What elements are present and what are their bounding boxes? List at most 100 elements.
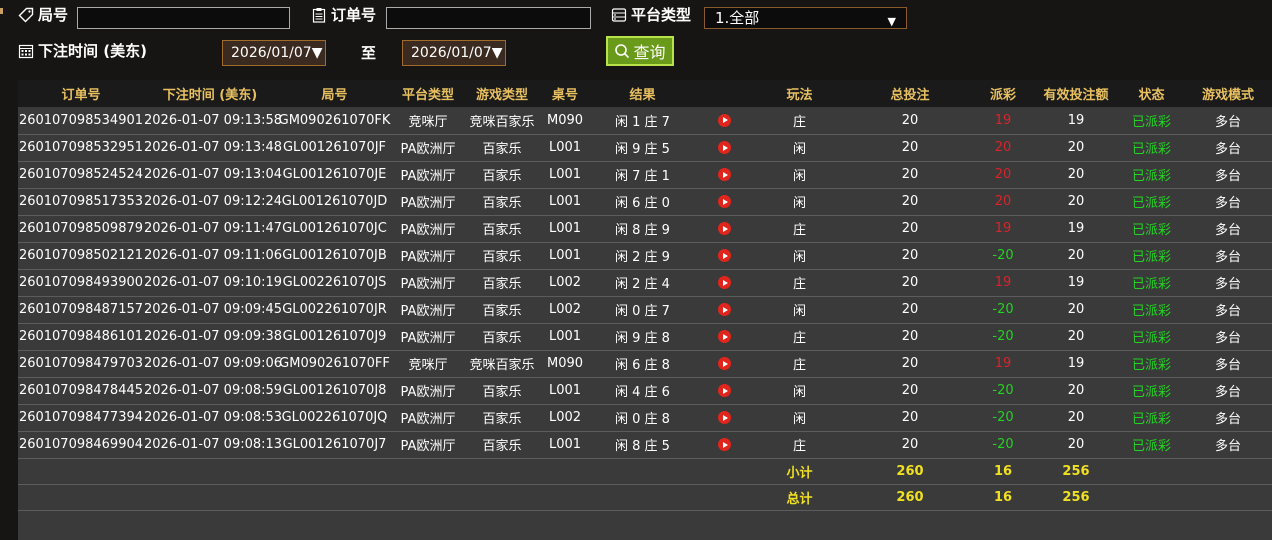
valid-cell: 20 <box>1067 329 1085 344</box>
header-col-game-type: 游戏类型 <box>475 88 528 103</box>
order-cell: 260107098487157 <box>18 302 144 317</box>
bet-cell: 20 <box>901 410 919 425</box>
table-cell: L002 <box>548 410 582 425</box>
play-icon[interactable] <box>717 222 731 235</box>
header-col-order: 订单号 <box>61 88 101 103</box>
payout-cell: -20 <box>992 329 1014 344</box>
chevron-down-icon: ▼ <box>887 15 896 28</box>
play-icon[interactable] <box>717 141 731 154</box>
table-row: 260107098469904 2026-01-07 09:08:13 GL0012… <box>18 431 1272 458</box>
table-row: 260107098509879 2026-01-07 09:11:47 GL0012… <box>18 215 1272 242</box>
bet-cell: 20 <box>901 329 919 344</box>
play-cell: 闲 <box>792 250 806 265</box>
round-cell: GL001261070JE <box>282 167 387 182</box>
play-icon[interactable] <box>717 384 731 397</box>
play-cell: 闲 <box>792 169 806 184</box>
mode-cell: 多台 <box>1214 304 1241 319</box>
query-button[interactable]: 查询 <box>606 36 674 66</box>
empty-cell <box>276 458 393 484</box>
order-cell: 260107098509879 <box>18 221 144 236</box>
play-icon[interactable] <box>717 330 731 343</box>
game-cell: 百家乐 <box>482 223 522 238</box>
result-cell: 闲 0 庄 7 <box>615 304 670 319</box>
result-cell: 闲 9 庄 8 <box>615 331 670 346</box>
header-col-play: 玩法 <box>786 88 813 103</box>
platform-cell: PA欧洲厅 <box>400 439 456 454</box>
play-icon[interactable] <box>717 438 731 451</box>
order-label: 订单号 <box>311 4 376 25</box>
platform-select[interactable]: 1.全部 ▼ <box>704 7 907 29</box>
result-cell: 闲 4 庄 6 <box>615 385 670 400</box>
valid-cell: 19 <box>1067 275 1085 290</box>
table-header-row: 订单号 下注时间 (美东) 局号 平台类型 游戏类型 桌号 结果 玩法 总投注 派彩 有效投注额 状态… <box>18 80 1272 107</box>
empty-cell <box>18 458 144 484</box>
empty-cell <box>1119 458 1184 484</box>
header-col-payout: 派彩 <box>989 88 1016 103</box>
valid-cell: 20 <box>1067 383 1085 398</box>
bet-cell: 20 <box>901 194 919 209</box>
status-cell: 已派彩 <box>1131 304 1171 319</box>
empty-cell <box>463 484 541 510</box>
empty-cell <box>393 484 463 510</box>
round-cell: GM090261070FK <box>278 112 391 128</box>
result-cell: 闲 8 庄 5 <box>615 439 670 454</box>
table-row: 260107098487157 2026-01-07 09:09:45 GL0022… <box>18 296 1272 323</box>
valid-cell: 20 <box>1067 167 1085 182</box>
filter-bar: 局号 订单号 平台类型 1.全部 ▼ 下注时间 (美东) 2026/01/07▼… <box>0 0 1272 80</box>
platform-cell: PA欧洲厅 <box>400 304 456 319</box>
header-col-replay <box>696 80 752 107</box>
order-cell: 260107098469904 <box>18 437 144 452</box>
payout-cell: -20 <box>992 302 1014 317</box>
status-cell: 已派彩 <box>1131 223 1171 238</box>
header-col-status: 状态 <box>1138 88 1165 103</box>
round-cell: GL001261070JF <box>282 140 387 155</box>
play-icon[interactable] <box>717 411 731 424</box>
search-icon <box>614 43 630 59</box>
table-cell: L001 <box>548 248 582 263</box>
replay-cell <box>696 242 752 269</box>
play-icon[interactable] <box>717 113 731 127</box>
play-icon[interactable] <box>717 303 731 316</box>
mode-cell: 多台 <box>1214 385 1241 400</box>
round-cell: GL002261070JS <box>282 275 387 290</box>
empty-cell <box>541 458 589 484</box>
game-cell: 百家乐 <box>482 169 522 184</box>
table-row: 260107098534901 2026-01-07 09:13:58 GM0902… <box>18 107 1272 134</box>
bet-cell: 20 <box>901 437 919 452</box>
order-input[interactable] <box>386 7 591 29</box>
bet-cell: 20 <box>901 383 919 398</box>
calendar-icon <box>18 43 34 59</box>
play-icon[interactable] <box>717 249 731 262</box>
header-col-total-bet: 总投注 <box>890 88 930 103</box>
empty-cell <box>144 458 276 484</box>
platform-cell: 竞咪厅 <box>408 358 448 373</box>
header-col-game-mode: 游戏模式 <box>1201 88 1254 103</box>
platform-cell: PA欧洲厅 <box>400 169 456 184</box>
platform-cell: 竞咪厅 <box>408 114 448 130</box>
replay-cell <box>696 404 752 431</box>
clipboard-icon <box>311 7 327 23</box>
play-icon[interactable] <box>717 357 731 370</box>
status-cell: 已派彩 <box>1131 412 1171 427</box>
valid-cell: 19 <box>1067 221 1085 236</box>
play-icon[interactable] <box>717 168 731 181</box>
payout-cell: -20 <box>992 383 1014 398</box>
valid-cell: 19 <box>1067 112 1085 128</box>
round-cell: GL001261070J7 <box>282 437 387 452</box>
sum-bet: 260 <box>896 489 924 505</box>
date-to-picker[interactable]: 2026/01/07▼ <box>402 40 506 66</box>
play-cell: 庄 <box>792 223 806 238</box>
query-button-label: 查询 <box>633 43 666 62</box>
time-cell: 2026-01-07 09:13:48 <box>144 140 283 155</box>
date-from-picker[interactable]: 2026/01/07▼ <box>222 40 326 66</box>
status-cell: 已派彩 <box>1131 114 1171 130</box>
status-cell: 已派彩 <box>1131 169 1171 184</box>
play-icon[interactable] <box>717 276 731 289</box>
table-cell: M090 <box>546 356 584 371</box>
round-input[interactable] <box>77 7 290 29</box>
header-col-round: 局号 <box>321 88 348 103</box>
table-row: 260107098532951 2026-01-07 09:13:48 GL0012… <box>18 134 1272 161</box>
play-icon[interactable] <box>717 195 731 208</box>
replay-cell <box>696 134 752 161</box>
table-cell: L001 <box>548 167 582 182</box>
